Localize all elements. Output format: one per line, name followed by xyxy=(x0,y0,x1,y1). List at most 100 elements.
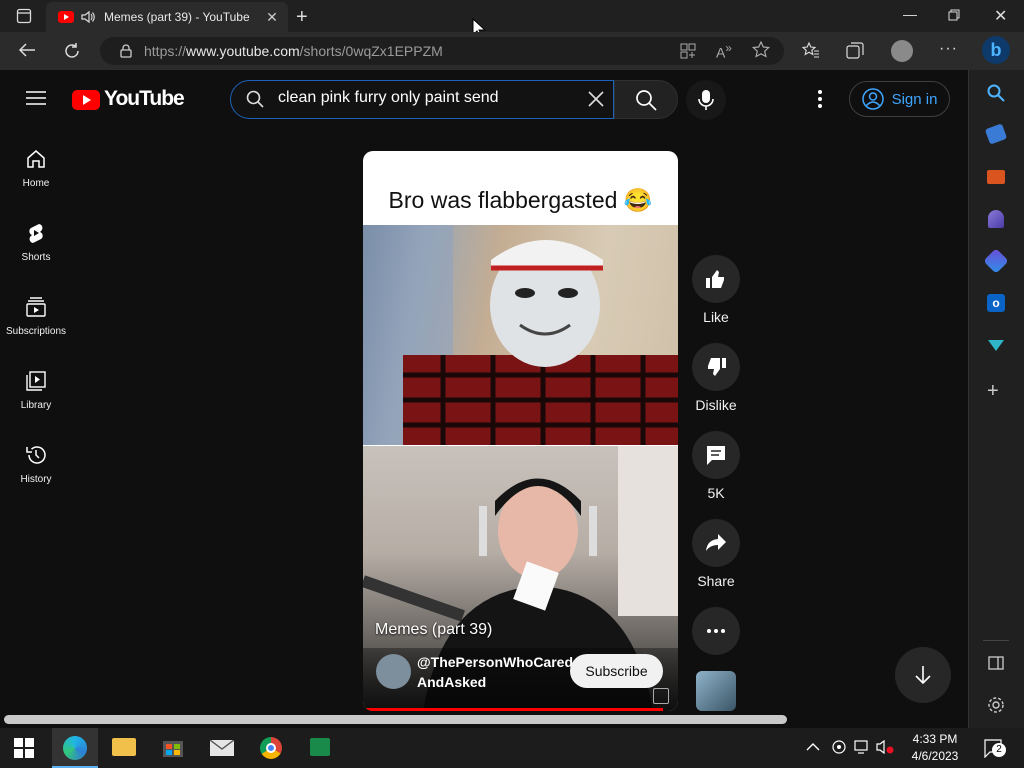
channel-name-line2: AndAsked xyxy=(417,674,487,690)
library-icon xyxy=(26,371,46,391)
comments-button[interactable] xyxy=(692,431,740,479)
voice-search-button[interactable] xyxy=(686,80,726,120)
thumbs-down-icon xyxy=(708,358,726,376)
nav-history-label: History xyxy=(20,474,52,485)
favorite-star-icon[interactable] xyxy=(752,41,772,59)
like-label: Like xyxy=(703,309,729,325)
subscribe-button[interactable]: Subscribe xyxy=(570,654,663,688)
mail-icon[interactable] xyxy=(210,740,234,756)
video-caption-text: Bro was flabbergasted 😂 xyxy=(388,187,653,213)
speaker-icon[interactable] xyxy=(80,10,96,24)
more-options-button[interactable] xyxy=(692,607,740,655)
tab-close-icon[interactable]: ✕ xyxy=(262,9,282,26)
sidebar-panel-icon[interactable] xyxy=(988,656,1004,670)
read-aloud-icon[interactable]: A» xyxy=(716,42,732,61)
profile-avatar-icon[interactable] xyxy=(891,40,913,62)
nav-home-label: Home xyxy=(22,178,50,189)
back-icon[interactable] xyxy=(18,42,36,58)
account-icon xyxy=(861,88,884,110)
sidebar-tools-icon[interactable] xyxy=(987,170,1005,184)
dislike-action[interactable]: Dislike xyxy=(692,343,740,413)
app-pinned-icon[interactable] xyxy=(310,738,330,756)
arrow-down-icon xyxy=(915,666,931,685)
nav-home[interactable]: Home xyxy=(0,148,72,222)
clock-time: 4:33 PM xyxy=(912,732,958,746)
tray-volume-muted-icon[interactable] xyxy=(876,740,894,754)
horizontal-scrollbar-thumb[interactable] xyxy=(4,715,787,724)
refresh-icon[interactable] xyxy=(63,42,81,60)
channel-avatar[interactable] xyxy=(376,654,411,689)
next-short-button[interactable] xyxy=(895,647,951,703)
edge-browser-icon xyxy=(63,736,87,760)
browser-tab[interactable]: Memes (part 39) - YouTube ✕ xyxy=(46,2,288,32)
clear-search-icon[interactable] xyxy=(587,90,605,108)
tray-network-icon[interactable] xyxy=(854,740,872,754)
search-button[interactable] xyxy=(614,80,678,119)
shorts-icon xyxy=(29,224,43,243)
sign-in-button[interactable]: Sign in xyxy=(849,81,950,117)
window-close-icon[interactable]: ✕ xyxy=(994,6,1007,26)
url-prefix: https:// xyxy=(144,43,187,59)
sidebar-divider xyxy=(983,640,1009,641)
sidebar-add-icon[interactable]: + xyxy=(987,380,999,403)
subscriptions-icon xyxy=(26,297,46,317)
like-button[interactable] xyxy=(692,255,740,303)
hamburger-menu-icon[interactable] xyxy=(26,90,46,106)
nav-history[interactable]: History xyxy=(0,444,72,518)
nav-subscriptions[interactable]: Subscriptions xyxy=(0,296,72,370)
sidebar-outlook-icon[interactable]: o xyxy=(987,294,1005,312)
channel-name[interactable]: @ThePersonWhoCared AndAsked xyxy=(417,652,574,692)
lock-icon xyxy=(120,44,132,58)
restore-icon[interactable] xyxy=(948,9,960,21)
tray-chevron-up-icon[interactable] xyxy=(806,742,820,752)
video-title[interactable]: Memes (part 39) xyxy=(375,621,492,639)
like-action[interactable]: Like xyxy=(692,255,740,325)
browser-menu-icon[interactable]: ··· xyxy=(939,40,958,58)
taskbar-edge-active[interactable] xyxy=(52,728,98,768)
new-tab-icon[interactable]: + xyxy=(296,6,308,29)
taskbar-clock[interactable]: 4:33 PM 4/6/2023 xyxy=(900,731,970,765)
nav-shorts[interactable]: Shorts xyxy=(0,222,72,296)
tray-meet-icon[interactable] xyxy=(832,740,846,754)
sidebar-games-icon[interactable] xyxy=(988,210,1004,228)
share-action[interactable]: Share xyxy=(692,519,740,589)
settings-kebab-icon[interactable] xyxy=(817,89,823,109)
dislike-label: Dislike xyxy=(695,397,737,413)
app-available-icon[interactable] xyxy=(680,43,696,59)
nav-shorts-label: Shorts xyxy=(21,252,51,263)
sign-in-label: Sign in xyxy=(891,90,938,108)
history-icon xyxy=(26,446,46,464)
more-horizontal-icon xyxy=(707,629,725,633)
youtube-logo-text[interactable]: YouTube xyxy=(104,87,185,111)
thumbs-up-icon xyxy=(706,270,724,288)
sidebar-search-icon[interactable] xyxy=(987,84,1005,102)
youtube-logo-icon[interactable] xyxy=(72,90,100,110)
channel-name-line1: @ThePersonWhoCared xyxy=(417,654,574,670)
share-arrow-icon xyxy=(706,534,726,551)
file-explorer-icon[interactable] xyxy=(112,738,136,756)
collections-icon[interactable] xyxy=(846,42,864,60)
minimize-icon[interactable]: — xyxy=(903,6,917,22)
bing-chat-icon[interactable]: b xyxy=(982,36,1010,64)
short-video-player[interactable]: Bro was flabbergasted 😂 Memes (part 39) xyxy=(363,151,678,711)
nav-library[interactable]: Library xyxy=(0,370,72,444)
microsoft-store-icon[interactable] xyxy=(162,736,184,758)
chrome-icon[interactable] xyxy=(260,737,282,759)
dislike-button[interactable] xyxy=(692,343,740,391)
notification-count-badge: 2 xyxy=(992,743,1006,757)
more-action[interactable] xyxy=(692,607,740,655)
share-button[interactable] xyxy=(692,519,740,567)
home-icon xyxy=(27,150,45,168)
video-progress-bar[interactable] xyxy=(363,708,663,711)
sound-thumbnail[interactable] xyxy=(696,671,736,711)
windows-start-icon[interactable] xyxy=(14,738,34,758)
shorts-badge-icon xyxy=(653,688,669,704)
tab-actions-icon[interactable] xyxy=(16,8,32,24)
masked-man-illustration xyxy=(363,225,678,445)
sidebar-drop-icon[interactable] xyxy=(987,338,1005,352)
search-input[interactable]: clean pink furry only paint send xyxy=(278,89,499,107)
comments-action[interactable]: 5K xyxy=(692,431,740,501)
notifications-icon[interactable]: 2 xyxy=(984,738,1006,758)
favorites-icon[interactable] xyxy=(802,42,820,58)
sidebar-settings-gear-icon[interactable] xyxy=(987,696,1005,714)
